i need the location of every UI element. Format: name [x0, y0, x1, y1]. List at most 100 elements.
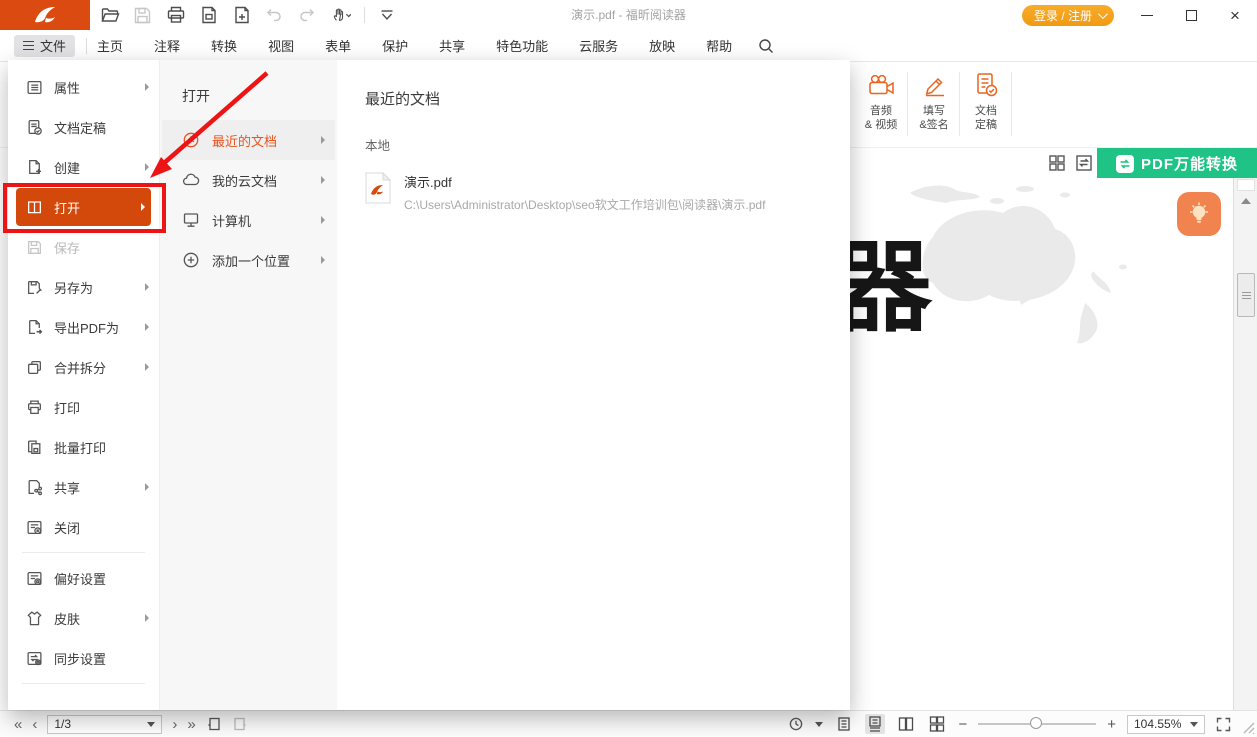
doc-finalize-button[interactable]: 文档定稿 [960, 70, 1012, 132]
save-icon[interactable] [133, 5, 153, 25]
zoom-slider-knob[interactable] [1030, 717, 1042, 729]
last-page-button[interactable]: » [187, 717, 195, 732]
menu-item-label: 导出PDF为 [54, 318, 134, 337]
zoom-in-button[interactable]: + [1107, 717, 1116, 732]
vertical-scrollbar[interactable] [1233, 178, 1257, 710]
pdf-convert-button[interactable]: PDF万能转换 [1097, 148, 1257, 179]
close-doc-icon [26, 519, 43, 536]
redo-icon[interactable] [298, 5, 318, 25]
next-page-button[interactable]: › [172, 717, 177, 732]
tab-home[interactable]: 主页 [97, 36, 123, 55]
fill-sign-button[interactable]: 填写&签名 [908, 70, 960, 132]
tab-slideshow[interactable]: 放映 [649, 36, 675, 55]
continuous-facing-view-button[interactable] [927, 714, 947, 734]
tab-grid-icon[interactable] [1048, 154, 1066, 172]
file-menu-item-properties[interactable]: 属性 [8, 67, 159, 107]
zoom-out-button[interactable]: − [958, 717, 967, 732]
file-menu-button[interactable]: 文件 [14, 35, 75, 57]
menu-item-label: 批量打印 [54, 438, 149, 457]
maximize-button[interactable] [1169, 0, 1213, 30]
maximize-icon [1186, 10, 1197, 21]
open-file-icon[interactable] [100, 5, 120, 25]
tab-protect[interactable]: 保护 [382, 36, 408, 55]
submenu-arrow-icon [145, 363, 149, 371]
previous-view-button[interactable] [206, 716, 222, 732]
zoom-level-dropdown[interactable]: 104.55% [1127, 715, 1205, 734]
audio-video-button[interactable]: 音频& 视频 [855, 70, 907, 132]
file-menu-item-merge-split[interactable]: 合并拆分 [8, 347, 159, 387]
status-bar: « ‹ 1/3 › » − + 104.55% [0, 710, 1257, 736]
file-menu-item-preferences[interactable]: 偏好设置 [8, 558, 159, 598]
page-number-dropdown[interactable]: 1/3 [47, 715, 162, 734]
first-page-button[interactable]: « [14, 717, 22, 732]
rotate-dropdown-caret-icon[interactable] [815, 722, 823, 727]
tab-convert[interactable]: 转换 [211, 36, 237, 55]
login-label: 登录 / 注册 [1034, 7, 1092, 24]
recent-file-item[interactable]: 演示.pdf C:\Users\Administrator\Desktop\se… [365, 172, 850, 213]
rotate-view-button[interactable] [788, 716, 804, 732]
minimize-button[interactable] [1125, 0, 1169, 30]
window-controls: × [1125, 0, 1257, 30]
share-icon [26, 479, 43, 496]
quick-access-toolbar [100, 0, 398, 30]
submenu-arrow-icon [145, 163, 149, 171]
tab-features[interactable]: 特色功能 [496, 36, 548, 55]
search-icon[interactable] [758, 38, 774, 54]
file-menu-item-share[interactable]: 共享 [8, 467, 159, 507]
file-menu-item-create[interactable]: 创建 [8, 147, 159, 187]
tab-help[interactable]: 帮助 [706, 36, 732, 55]
tab-view[interactable]: 视图 [268, 36, 294, 55]
file-menu-item-skin[interactable]: 皮肤 [8, 598, 159, 638]
fullscreen-button[interactable] [1216, 717, 1231, 732]
new-document-icon[interactable] [232, 5, 252, 25]
login-register-button[interactable]: 登录 / 注册 [1022, 5, 1114, 26]
previous-page-button[interactable]: ‹ [32, 717, 37, 732]
open-item-add-place[interactable]: 添加一个位置 [162, 240, 335, 280]
file-menu-item-doc-finalize[interactable]: 文档定稿 [8, 107, 159, 147]
tab-form[interactable]: 表单 [325, 36, 351, 55]
open-item-recent-documents[interactable]: 最近的文档 [162, 120, 335, 160]
switch-tabs-icon[interactable] [1075, 154, 1093, 172]
open-item-cloud-documents[interactable]: 我的云文档 [162, 160, 335, 200]
close-button[interactable]: × [1213, 0, 1257, 30]
file-menu-label: 文件 [40, 36, 66, 55]
menu-divider [22, 683, 145, 684]
menu-item-label: 合并拆分 [54, 358, 134, 377]
zoom-slider[interactable] [978, 723, 1096, 725]
scroll-up-arrow[interactable] [1241, 198, 1251, 204]
open-item-computer[interactable]: 计算机 [162, 200, 335, 240]
continuous-view-button[interactable] [865, 714, 885, 734]
print-current-page-icon[interactable] [199, 5, 219, 25]
file-menu-item-open[interactable]: 打开 [16, 188, 151, 226]
file-menu-item-save-as[interactable]: 另存为 [8, 267, 159, 307]
submenu-arrow-icon [321, 176, 325, 184]
file-menu-item-export-pdf[interactable]: 导出PDF为 [8, 307, 159, 347]
hand-tool-icon[interactable] [331, 5, 351, 25]
tips-lightbulb-button[interactable] [1177, 192, 1221, 236]
menu-item-label: 属性 [54, 78, 134, 97]
create-icon [26, 159, 43, 176]
undo-icon[interactable] [265, 5, 285, 25]
file-menu-item-sync-settings[interactable]: 同步设置 [8, 638, 159, 678]
scrollbar-thumb[interactable] [1237, 273, 1255, 317]
file-menu-item-print[interactable]: 打印 [8, 387, 159, 427]
tab-share[interactable]: 共享 [439, 36, 465, 55]
submenu-arrow-icon [321, 216, 325, 224]
submenu-arrow-icon [145, 614, 149, 622]
print-icon[interactable] [166, 5, 186, 25]
lightbulb-icon [1186, 201, 1212, 227]
file-menu-item-close[interactable]: 关闭 [8, 507, 159, 547]
more-tools-icon[interactable] [378, 5, 398, 25]
submenu-arrow-icon [145, 283, 149, 291]
single-page-view-button[interactable] [834, 714, 854, 734]
clock-icon [182, 131, 200, 149]
resize-grip[interactable] [1239, 718, 1255, 734]
file-path: C:\Users\Administrator\Desktop\seo软文工作培训… [404, 196, 765, 213]
next-view-button[interactable] [232, 716, 248, 732]
tab-comment[interactable]: 注释 [154, 36, 180, 55]
facing-view-button[interactable] [896, 714, 916, 734]
merge-split-icon [26, 359, 43, 376]
file-menu-item-batch-print[interactable]: 批量打印 [8, 427, 159, 467]
tab-cloud[interactable]: 云服务 [579, 36, 618, 55]
group-label: 文档 [975, 105, 997, 117]
